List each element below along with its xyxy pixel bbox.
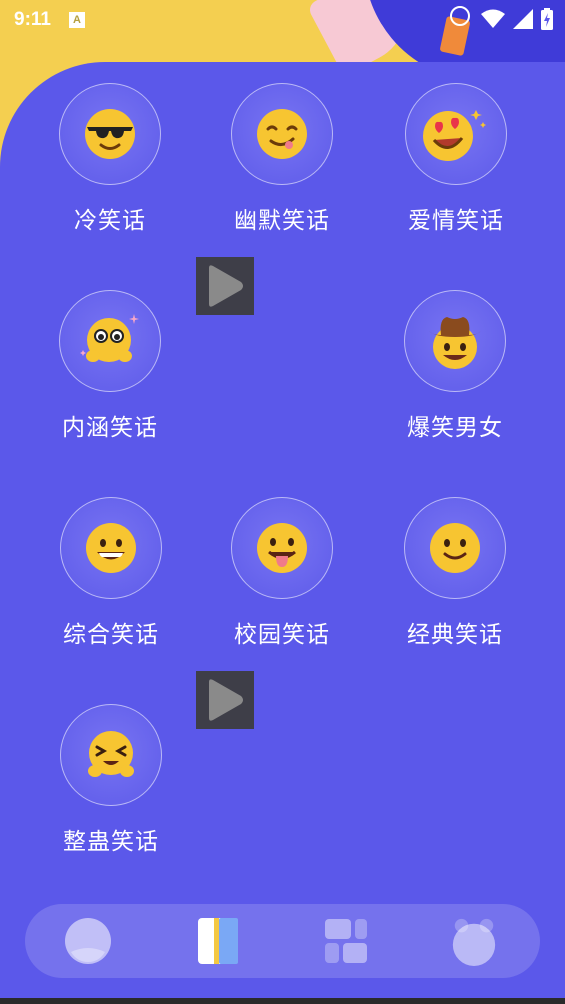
nav-profile[interactable] <box>449 916 499 966</box>
status-bar: 9:11 A <box>0 0 565 40</box>
category-circle[interactable] <box>404 290 506 392</box>
bottom-navigation <box>25 904 540 978</box>
category-circle[interactable] <box>60 497 162 599</box>
nav-home[interactable] <box>63 916 113 966</box>
yum-emoji-icon <box>257 109 307 159</box>
notification-badge: A <box>68 12 85 28</box>
category-love-jokes[interactable]: 爱情笑话 <box>381 83 531 235</box>
grid-tab-icon <box>325 919 367 963</box>
ad-video-thumbnail[interactable] <box>196 257 254 315</box>
category-campus-jokes[interactable]: 校园笑话 <box>207 497 357 649</box>
heart-eyes-emoji-icon <box>423 110 486 161</box>
ad-video-thumbnail[interactable] <box>196 671 254 729</box>
category-circle[interactable] <box>231 497 333 599</box>
battery-charging-icon <box>541 8 553 30</box>
category-label: 综合笑话 <box>63 622 159 648</box>
category-hilarious-couples[interactable]: 爆笑男女 <box>380 290 530 442</box>
category-circle[interactable] <box>59 83 161 185</box>
sunglasses-emoji-icon <box>85 109 135 159</box>
category-label: 爆笑男女 <box>407 415 503 441</box>
category-label: 校园笑话 <box>234 622 330 648</box>
category-label: 内涵笑话 <box>62 415 158 441</box>
category-cold-jokes[interactable]: 冷笑话 <box>35 83 185 235</box>
category-label: 经典笑话 <box>407 622 503 648</box>
category-label: 爱情笑话 <box>408 208 504 234</box>
category-circle[interactable] <box>59 290 161 392</box>
video-play-icon <box>209 265 243 307</box>
category-general-jokes[interactable]: 综合笑话 <box>36 497 186 649</box>
category-circle[interactable] <box>404 497 506 599</box>
category-label: 冷笑话 <box>74 208 146 234</box>
status-icons <box>481 8 553 30</box>
jokes-tab-icon <box>198 918 238 964</box>
wifi-icon <box>481 9 505 28</box>
category-label: 幽默笑话 <box>234 208 330 234</box>
category-circle[interactable] <box>231 83 333 185</box>
video-play-icon <box>209 679 243 721</box>
category-circle[interactable] <box>60 704 162 806</box>
nav-discover[interactable] <box>321 916 371 966</box>
signal-icon <box>513 9 533 29</box>
category-subtle-jokes[interactable]: 内涵笑话 <box>35 290 185 442</box>
system-nav-edge <box>0 998 565 1004</box>
category-circle[interactable] <box>405 83 507 185</box>
category-prank-jokes[interactable]: 整蛊笑话 <box>36 704 186 856</box>
profile-tab-icon <box>452 918 496 966</box>
category-label: 整蛊笑话 <box>63 829 159 855</box>
smile-emoji-icon <box>430 523 480 573</box>
sparkle-emoji-icon <box>80 314 139 362</box>
category-humor-jokes[interactable]: 幽默笑话 <box>207 83 357 235</box>
cowboy-emoji-icon <box>429 317 481 369</box>
laugh-emoji-icon <box>88 731 134 777</box>
category-classic-jokes[interactable]: 经典笑话 <box>380 497 530 649</box>
tongue-emoji-icon <box>257 523 307 573</box>
home-tab-icon <box>65 918 111 964</box>
nav-jokes[interactable] <box>193 916 243 966</box>
grin-emoji-icon <box>86 523 136 573</box>
status-time: 9:11 <box>14 9 51 30</box>
